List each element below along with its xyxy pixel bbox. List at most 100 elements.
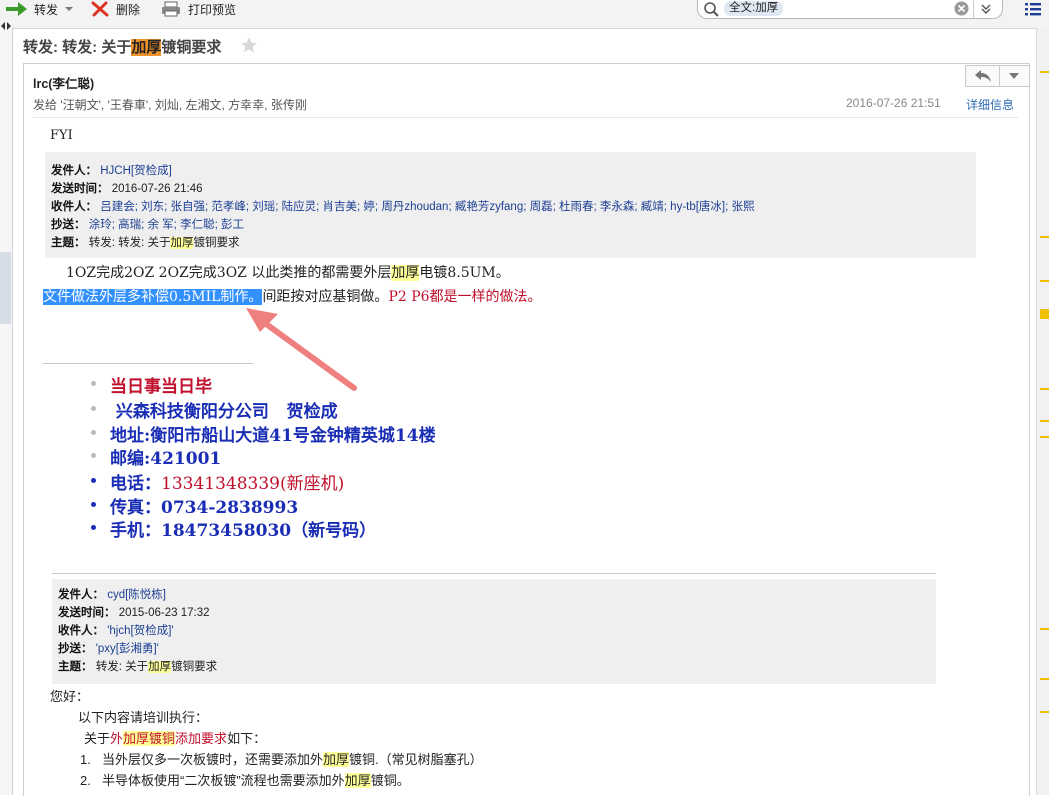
search-options-chevron-icon[interactable] (979, 2, 993, 16)
forward-label: 转发 (34, 2, 59, 17)
body-line-1-text: 1OZ完成2OZ 2OZ完成3OZ 以此类推的都需要外层 (66, 265, 392, 281)
printer-icon (162, 1, 180, 17)
sender-name[interactable]: lrc(李仁聪) (33, 73, 94, 92)
vertical-scrollbar[interactable] (1036, 28, 1049, 795)
cc-value[interactable]: 涂玲; 高瑞; 余 军; 李仁聪; 彭工 (89, 219, 244, 231)
quoted-subject-highlight: 加厚 (170, 237, 194, 249)
from-label: 发件人： (58, 589, 104, 601)
left-pane-edge[interactable] (0, 22, 13, 795)
instruction-text: 以下内容请培训执行： (78, 710, 209, 725)
delete-x-icon (91, 1, 109, 17)
quote-divider (52, 573, 936, 574)
list-item: 1. 当外层仅多一次板镀时，还需要添加外加厚镀铜.（常见树脂塞孔） (80, 749, 483, 768)
bullet (91, 502, 96, 507)
details-link[interactable]: 详细信息 (966, 96, 1014, 113)
about-red-text: 外 (110, 731, 124, 746)
reply-arrow-icon[interactable] (974, 69, 992, 83)
header-divider (33, 117, 1018, 118)
to-label: 收件人： (58, 625, 104, 637)
body-line-1: 1OZ完成2OZ 2OZ完成3OZ 以此类推的都需要外层加厚电镀8.5UM。 (66, 262, 510, 282)
delete-button[interactable]: 删除 (90, 0, 140, 18)
list-item-text: 当外层仅多一次板镀时，还需要添加外 (102, 752, 324, 767)
email-subject: 转发: 转发: 关于加厚镀铜要求 (23, 36, 221, 57)
search-box[interactable]: 全文:加厚 (697, 0, 1003, 19)
print-preview-button[interactable]: 打印预览 (160, 0, 236, 18)
list-item: 2. 半导体板使用“二次板镀”流程也需要添加外加厚镀铜。 (80, 770, 410, 789)
bullet (91, 525, 96, 530)
quoted-subject-highlight: 加厚 (148, 661, 172, 673)
message-datetime: 2016-07-26 21:51 (846, 96, 941, 110)
quoted-subject-text-end: 镀铜要求 (171, 661, 218, 673)
body-line-2-red-text: P2 P6都是一样的做法。 (388, 289, 542, 305)
quoted-subject-text-end: 镀铜要求 (193, 237, 240, 249)
list-item-number: 1. (80, 752, 91, 767)
delete-label: 删除 (116, 2, 141, 17)
about-text: 关于 (84, 731, 111, 746)
phone-value: 13341348339(新座机) (161, 474, 345, 494)
subject-label: 主题： (58, 661, 93, 673)
bullet (91, 453, 96, 458)
about-line: 关于外加厚镀铜添加要求如下： (84, 728, 266, 747)
sent-label: 发送时间： (51, 183, 109, 195)
toolbar: 转发 删除 打印预览 全文:加厚 (0, 0, 1049, 29)
clear-search-icon[interactable] (954, 1, 969, 16)
subject-label: 主题： (51, 237, 86, 249)
body-line-1-text-end: 电镀8.5UM。 (419, 265, 510, 281)
bullet (91, 478, 96, 483)
greeting-text: 您好： (50, 689, 90, 704)
print-preview-label: 打印预览 (188, 2, 237, 17)
cc-value[interactable]: 'pxy[彭湘勇]' (96, 643, 159, 655)
subject-text-end: 镀铜要求 (161, 39, 222, 56)
list-item-highlight: 加厚 (344, 773, 371, 788)
forwarded-header-2: 发件人： cyd[陈悦栋] 发送时间： 2015-06-23 17:32 收件人… (52, 579, 936, 684)
bullet (91, 381, 96, 386)
signature-fax: 传真：0734-2838993 (110, 498, 299, 518)
signature-divider (43, 363, 253, 364)
reply-nav-group (965, 65, 1030, 87)
signature-phone: 电话：13341348339(新座机) (110, 469, 344, 494)
cc-label: 抄送： (51, 219, 86, 231)
signature-mobile: 手机：18473458030（新号码） (110, 521, 377, 541)
forward-arrow-icon (6, 2, 27, 16)
recipients-line: 发给 '汪朝文', '王春車', 刘灿, 左湘文, 方幸幸, 张传刚 (33, 98, 307, 112)
to-label: 收件人： (51, 201, 97, 213)
forward-button[interactable]: 转发 (4, 0, 74, 18)
from-label: 发件人： (51, 165, 97, 177)
list-item-text-end: 镀铜.（常见树脂塞孔） (349, 752, 483, 767)
signature-motto: 当日事当日毕 (110, 377, 212, 397)
list-item-text-end: 镀铜。 (370, 773, 410, 788)
left-pane-selected-item[interactable] (0, 252, 11, 324)
sent-value: 2016-07-26 21:46 (111, 183, 203, 195)
signature-address: 地址:衡阳市船山大道41号金钟精英城14楼 (110, 426, 436, 446)
to-value[interactable]: 吕建会; 刘东; 张自强; 范孝峰; 刘瑶; 陆应灵; 肖吉美; 婷; 周丹zh… (100, 201, 754, 213)
about-red-text-2: 添加要求 (175, 731, 228, 746)
fyi-text: FYI (50, 128, 73, 143)
phone-label: 电话： (110, 474, 161, 494)
sent-value: 2015-06-23 17:32 (118, 607, 210, 619)
pane-resize-icon[interactable] (0, 20, 12, 32)
list-item-number: 2. (80, 773, 91, 788)
subject-text: 转发: 转发: 关于 (23, 39, 132, 56)
more-actions-caret-icon[interactable] (1008, 71, 1020, 81)
selected-text[interactable]: 文件做法外层多补偿0.5MIL制作。 (43, 289, 263, 305)
body-line-1-highlight: 加厚 (391, 265, 420, 281)
annotation-arrow (246, 308, 357, 391)
about-highlight: 加厚镀铜 (123, 731, 176, 746)
from-value[interactable]: HJCH[贺检成] (100, 165, 172, 177)
list-item-text: 半导体板使用“二次板镀”流程也需要添加外 (102, 773, 345, 788)
search-icon (704, 2, 719, 17)
bullet (91, 430, 96, 435)
from-value[interactable]: cyd[陈悦栋] (107, 589, 166, 601)
sent-label: 发送时间： (58, 607, 116, 619)
list-item-highlight: 加厚 (323, 752, 350, 767)
star-icon[interactable] (240, 36, 258, 54)
quoted-subject-text: 转发: 关于 (95, 661, 149, 673)
to-value[interactable]: 'hjch[贺检成]' (107, 625, 173, 637)
menu-list-icon[interactable] (1024, 1, 1042, 17)
bullet (91, 406, 96, 411)
signature-postcode: 邮编:421001 (110, 449, 222, 469)
search-query-tag[interactable]: 全文:加厚 (724, 1, 784, 16)
forwarded-header-1: 发件人： HJCH[贺检成] 发送时间： 2016-07-26 21:46 收件… (45, 152, 976, 258)
dropdown-caret-icon[interactable] (64, 5, 74, 13)
signature-company: 兴森科技衡阳分公司 贺检成 (110, 402, 338, 422)
